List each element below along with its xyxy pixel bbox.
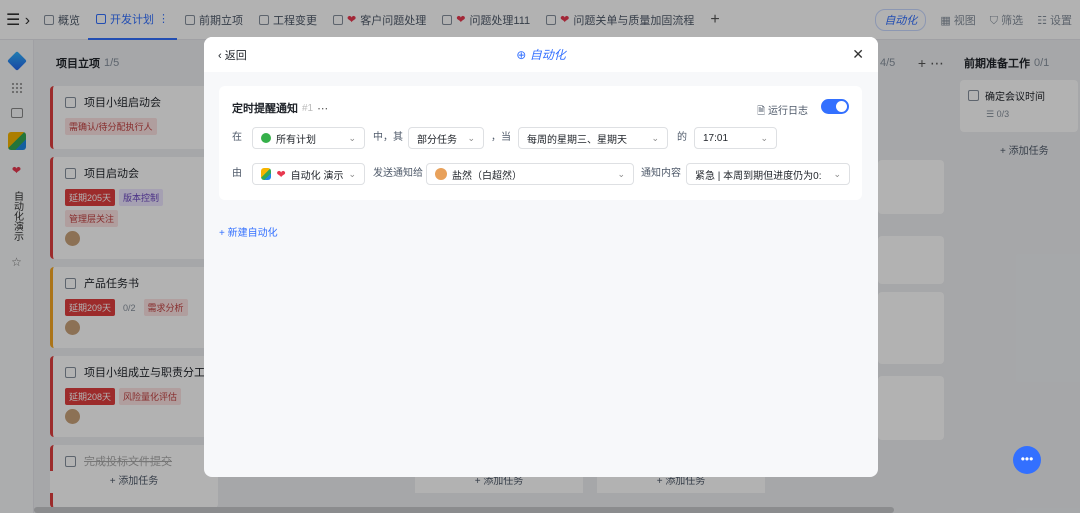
send-to-label: 发送通知给 — [373, 168, 423, 179]
chevron-down-icon: ⌄ — [348, 168, 356, 179]
plan-select[interactable]: 所有计划 ⌄ — [252, 127, 365, 149]
recipient-value: 盐然（白超然） — [452, 170, 522, 182]
modal-title-text: 自动化 — [529, 48, 566, 62]
rule-enabled-toggle[interactable] — [821, 99, 849, 114]
scope-value: 部分任务 — [417, 134, 457, 146]
time-select[interactable]: 17:01 ⌄ — [694, 127, 777, 149]
modal-header: ‹ 返回 ⊕ 自动化 ✕ — [204, 37, 878, 72]
mid-label: 中，其 — [373, 132, 403, 143]
of-label: 的 — [677, 132, 687, 143]
modal-title: ⊕ 自动化 — [516, 48, 566, 62]
chevron-down-icon: ⌄ — [760, 132, 768, 143]
run-log-button[interactable]: 🗎 运行日志 — [757, 102, 808, 121]
by-label: 由 — [232, 168, 242, 179]
chevron-down-icon: ⌄ — [348, 132, 356, 143]
back-button[interactable]: ‹ 返回 — [218, 47, 247, 63]
schedule-value: 每周的星期三、星期天 — [527, 134, 627, 146]
actor-select[interactable]: ❤ 自动化 演示 ⌄ — [252, 163, 365, 185]
app-avatar-icon — [261, 168, 272, 180]
content-value: 紧急 | 本周到期但进度仍为0: 【 — [695, 170, 825, 182]
rule-header: 定时提醒通知 #1 ⋯ — [232, 100, 328, 116]
when-label: ，当 — [491, 132, 511, 143]
more-icon[interactable]: ⋯ — [317, 102, 328, 115]
back-label: 返回 — [224, 49, 247, 62]
new-automation-button[interactable]: + 新建自动化 — [219, 224, 278, 239]
chevron-down-icon: ⌄ — [467, 132, 475, 143]
help-fab-button[interactable]: ••• — [1013, 446, 1041, 474]
run-log-label: 运行日志 — [768, 106, 808, 117]
scope-select[interactable]: 部分任务 ⌄ — [408, 127, 484, 149]
time-value: 17:01 — [703, 132, 729, 144]
chevron-down-icon: ⌄ — [651, 132, 659, 143]
automation-modal: ‹ 返回 ⊕ 自动化 ✕ 定时提醒通知 #1 ⋯ 🗎 运行日志 在 所有计划 ⌄… — [204, 37, 878, 477]
plan-icon — [261, 133, 271, 143]
chevron-down-icon: ⌄ — [617, 168, 625, 179]
chevron-down-icon: ⌄ — [833, 168, 841, 179]
new-automation-label: 新建自动化 — [227, 228, 278, 239]
content-select[interactable]: 紧急 | 本周到期但进度仍为0: 【 ⌄ — [686, 163, 850, 185]
schedule-select[interactable]: 每周的星期三、星期天 ⌄ — [518, 127, 668, 149]
content-label: 通知内容 — [641, 168, 681, 179]
in-label: 在 — [232, 132, 242, 143]
user-avatar — [435, 168, 447, 180]
plan-value: 所有计划 — [276, 134, 316, 146]
recipient-select[interactable]: 盐然（白超然） ⌄ — [426, 163, 634, 185]
close-icon[interactable]: ✕ — [852, 46, 864, 63]
automation-rule-card: 定时提醒通知 #1 ⋯ 🗎 运行日志 在 所有计划 ⌄ 中，其 部分任务 ⌄ ，… — [219, 86, 862, 200]
actor-value: 自动化 演示 — [290, 170, 344, 182]
rule-number: #1 — [302, 102, 314, 114]
rule-name[interactable]: 定时提醒通知 — [232, 100, 298, 116]
heart-icon: ❤ — [276, 168, 286, 181]
